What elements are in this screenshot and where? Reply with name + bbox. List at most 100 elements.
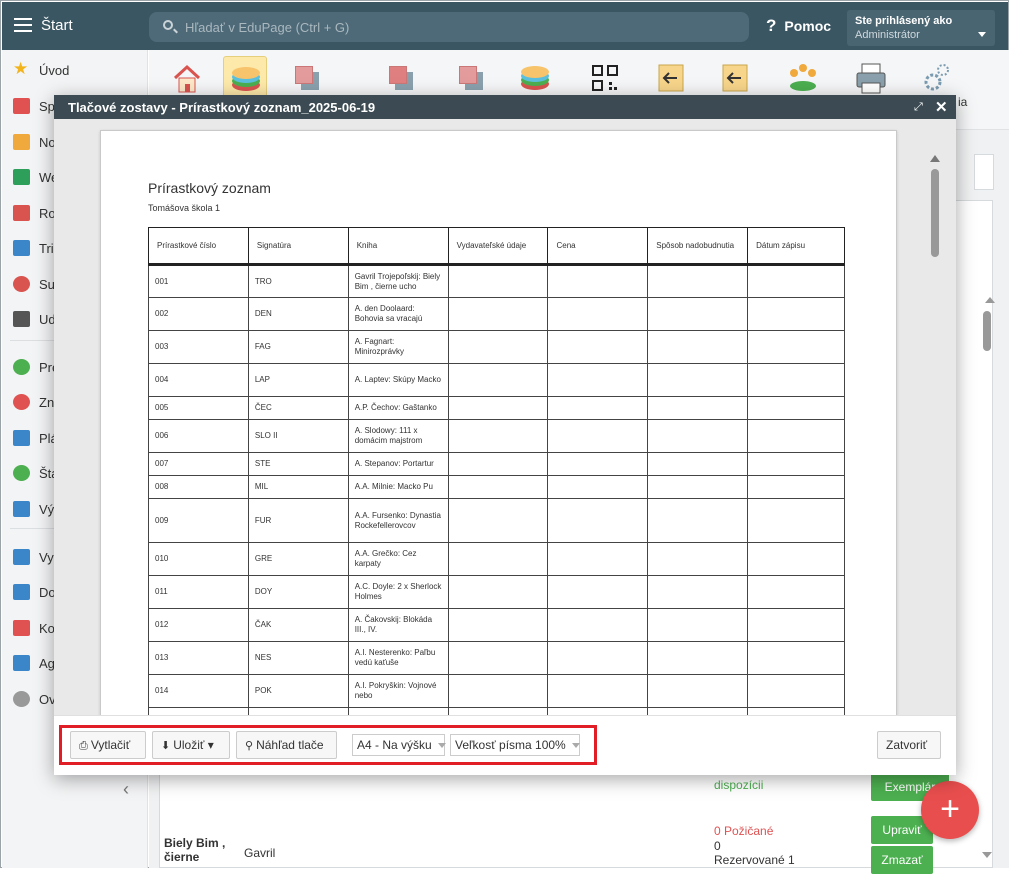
scroll-up-icon[interactable] — [985, 297, 995, 303]
signature-cell: GRE — [247, 542, 349, 576]
publisher-info-cell — [447, 264, 549, 298]
signature-cell: DOY — [247, 575, 349, 609]
table-row: 001 TRO Gavril Trojepoľskij: Biely Bim , č… — [148, 264, 845, 298]
column-header: Cena — [547, 227, 649, 266]
status-reserved: Rezervované 1 — [714, 853, 795, 867]
help-button[interactable]: ? Pomoc — [766, 16, 831, 36]
delete-button[interactable]: Zmazať — [871, 846, 933, 874]
price-cell — [547, 575, 649, 609]
entry-date-cell — [747, 542, 845, 576]
background-search-field — [974, 154, 994, 190]
accession-number-cell: 006 — [148, 419, 249, 453]
scroll-up-icon[interactable] — [930, 155, 940, 162]
accession-number-cell: 011 — [148, 575, 249, 609]
acquisition-method-cell — [647, 475, 749, 499]
accession-number-cell: 014 — [148, 674, 249, 708]
table-row: 006 SLO II A. Slodowy: 111 x domácim majst… — [148, 419, 845, 453]
app-window: Štart ? Pomoc Ste prihlásený ako Administ… — [0, 0, 1009, 874]
column-header: Spôsob nadobudnutia — [647, 227, 749, 266]
accession-number-cell: 002 — [148, 297, 249, 331]
book-title-cell: Gavril Trojepoľskij: Biely Bim , čierne … — [347, 264, 449, 298]
scroll-down-icon[interactable] — [982, 852, 992, 858]
book-title-cell: A. den Doolaard: Bohovia sa vracajú — [347, 297, 449, 331]
accession-table: Prírastkové číslo Signatúra Kniha Vydavateľ… — [148, 227, 845, 715]
publisher-info-cell — [447, 674, 549, 708]
qr-code-icon[interactable] — [583, 56, 627, 100]
table-row: 013 NES A.I. Nesterenko: Paľbu vedú kaťuše — [148, 641, 845, 675]
publisher-info-cell — [447, 542, 549, 576]
preview-scrollbar-thumb[interactable] — [931, 169, 939, 257]
publisher-info-cell — [447, 498, 549, 543]
book-title-cell: A. Čakovskij: Blokáda III., IV. — [347, 608, 449, 642]
menu-icon[interactable] — [14, 18, 32, 32]
close-icon[interactable]: ✕ — [935, 98, 948, 116]
highlight-annotation — [59, 725, 597, 765]
expand-icon[interactable]: ⤢ — [914, 101, 923, 114]
table-row: 014 POK A.I. Pokryškin: Vojnové nebo — [148, 674, 845, 708]
home-icon — [13, 169, 30, 185]
table-row — [148, 707, 845, 715]
publisher-info-cell — [447, 475, 549, 499]
close-button[interactable]: Zatvoriť — [877, 731, 941, 759]
school-name: Tomášova škola 1 — [148, 203, 221, 213]
settings-gears-icon[interactable] — [915, 56, 959, 100]
accession-number-cell: 004 — [148, 363, 249, 397]
table-row: 007 STE A. Stepanov: Portartur — [148, 452, 845, 476]
signature-cell: ČEC — [247, 396, 349, 420]
help-label: Pomoc — [784, 18, 832, 34]
pen-icon — [13, 655, 30, 671]
book-title-cell: A.P. Čechov: Gaštanko — [347, 396, 449, 420]
signature-cell: TRO — [247, 264, 349, 298]
status-available: dispozícii — [714, 778, 764, 792]
publisher-info-cell — [447, 419, 549, 453]
sidebar-item-label: Su — [39, 277, 55, 292]
sidebar-item[interactable]: ★ Úvod — [2, 55, 148, 85]
stack-red-icon-3[interactable] — [449, 56, 493, 100]
stack-red-icon[interactable] — [285, 56, 329, 100]
entry-date-cell — [747, 608, 845, 642]
chart-circle-icon — [13, 394, 30, 410]
chevron-down-icon — [978, 32, 986, 37]
entry-date-cell — [747, 330, 845, 364]
report-page: Prírastkový zoznam Tomášova škola 1 Prír… — [100, 130, 897, 715]
sidebar-item-label: Zn — [39, 395, 55, 410]
search-input[interactable] — [183, 12, 733, 42]
price-cell — [547, 542, 649, 576]
acquisition-method-cell — [647, 330, 749, 364]
star-icon: ★ — [13, 59, 29, 78]
acquisition-method-cell — [647, 419, 749, 453]
entry-date-cell — [747, 498, 845, 543]
scrollbar-thumb[interactable] — [983, 311, 991, 351]
layers-icon[interactable] — [223, 56, 267, 100]
user-menu[interactable]: Ste prihlásený ako Administrátor — [847, 10, 995, 46]
collapse-sidebar-icon[interactable]: ‹ — [123, 779, 129, 800]
stack-red-icon-2[interactable] — [379, 56, 423, 100]
layers-icon-2[interactable] — [513, 56, 557, 100]
search-icon — [163, 20, 173, 30]
table-row: 003 FAG A. Fagnart: Minirozprávky — [148, 330, 845, 364]
entry-date-cell — [747, 452, 845, 476]
group-users-icon[interactable] — [781, 56, 825, 100]
book-title-cell: A.A. Fursenko: Dynastia Rockefellerovcov — [347, 498, 449, 543]
accession-number-cell: 003 — [148, 330, 249, 364]
accession-number-cell: 001 — [148, 264, 249, 298]
add-fab-button[interactable]: + — [921, 781, 979, 839]
price-cell — [547, 396, 649, 420]
user-line1: Ste prihlásený ako — [855, 15, 953, 27]
publisher-info-cell — [447, 575, 549, 609]
printer-icon[interactable] — [849, 56, 893, 100]
acquisition-method-cell — [647, 363, 749, 397]
entry-date-cell — [747, 297, 845, 331]
user-role: Administrátor — [855, 29, 920, 41]
start-link[interactable]: Štart — [41, 17, 73, 34]
price-cell — [547, 419, 649, 453]
status-zero: 0 — [714, 839, 721, 853]
signature-cell: SLO II — [247, 419, 349, 453]
entry-date-cell — [747, 475, 845, 499]
return-book-icon-2[interactable] — [713, 56, 757, 100]
home-icon[interactable] — [165, 56, 209, 100]
search-box[interactable] — [149, 12, 749, 42]
shield-check-icon — [13, 465, 30, 481]
sidebar-item-label: Tri — [39, 241, 54, 256]
return-book-icon[interactable] — [649, 56, 693, 100]
